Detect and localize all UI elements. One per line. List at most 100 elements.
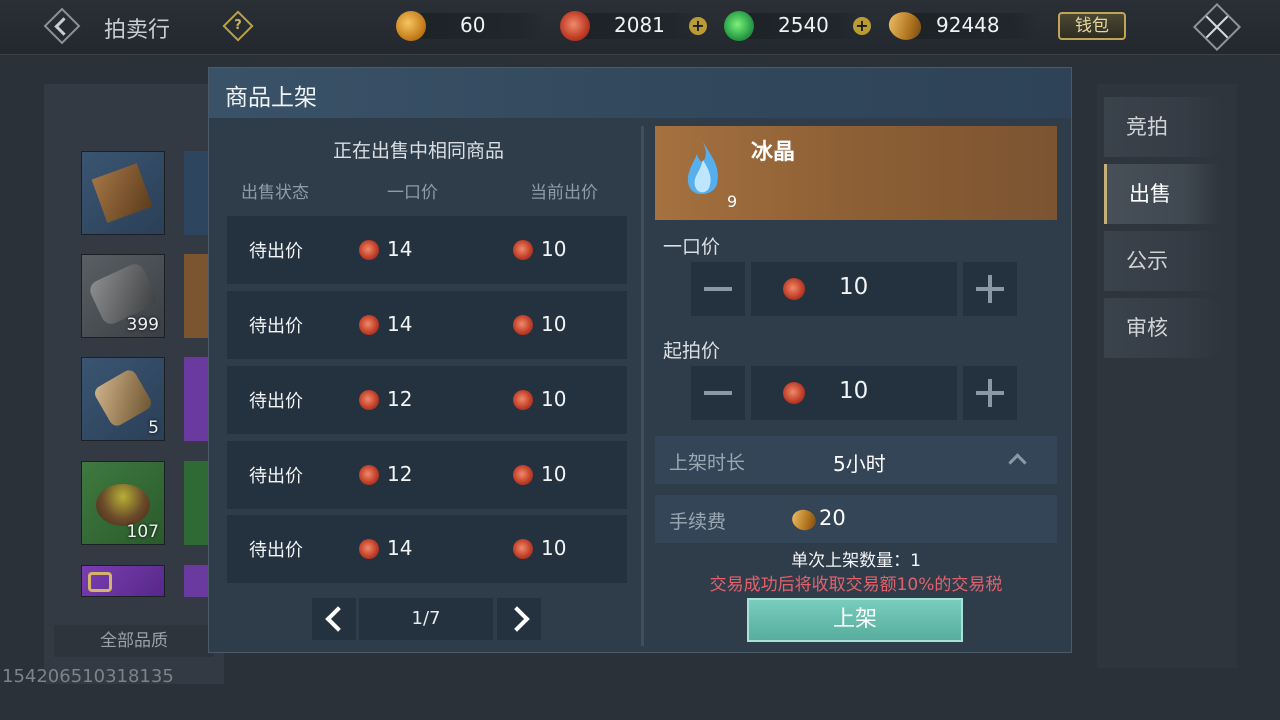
tab-bid[interactable]: 竞拍 bbox=[1104, 97, 1220, 157]
currency-value: 92448 bbox=[936, 13, 1000, 37]
table-row[interactable]: 待出价 12 10 bbox=[227, 366, 627, 434]
red-coin-icon bbox=[359, 390, 379, 410]
start-price-field[interactable]: 10 bbox=[751, 366, 957, 420]
inventory-slot[interactable]: 107 bbox=[81, 461, 165, 545]
buyout-decrease-button[interactable] bbox=[691, 262, 745, 316]
gold-leaf-icon bbox=[788, 504, 820, 536]
jade-coin-icon bbox=[724, 11, 754, 41]
fee-label: 手续费 bbox=[669, 511, 727, 533]
tab-review[interactable]: 审核 bbox=[1104, 298, 1220, 358]
dialog-title: 商品上架 bbox=[225, 85, 317, 111]
item-name: 冰晶 bbox=[751, 140, 796, 165]
current-price: 10 bbox=[541, 237, 567, 261]
wallet-button[interactable]: 钱包 bbox=[1058, 12, 1126, 40]
list-item-button[interactable]: 上架 bbox=[747, 598, 963, 642]
inventory-slot[interactable] bbox=[184, 254, 208, 338]
page-indicator: 1/7 bbox=[359, 598, 493, 640]
user-id: 154206510318135 bbox=[2, 666, 174, 687]
tab-public[interactable]: 公示 bbox=[1104, 231, 1220, 291]
red-coin-icon bbox=[359, 465, 379, 485]
table-row[interactable]: 待出价 14 10 bbox=[227, 291, 627, 359]
currency-red-coin: 2081 bbox=[560, 11, 710, 41]
inventory-slot[interactable] bbox=[184, 357, 208, 441]
tab-sell[interactable]: 出售 bbox=[1104, 164, 1220, 224]
inventory-slot[interactable] bbox=[184, 565, 208, 597]
tax-warning: 交易成功后将收取交易额10%的交易税 bbox=[709, 575, 1003, 595]
close-button[interactable] bbox=[1190, 0, 1244, 54]
inventory-slot[interactable] bbox=[184, 151, 208, 235]
minus-icon bbox=[704, 287, 732, 291]
buyout-price: 12 bbox=[387, 387, 413, 411]
inventory-slot[interactable] bbox=[184, 461, 208, 545]
start-increase-button[interactable] bbox=[963, 366, 1017, 420]
current-price: 10 bbox=[541, 462, 567, 486]
item-count: 9 bbox=[727, 192, 738, 211]
currency-gold-leaf: 92448 bbox=[884, 5, 1050, 47]
buyout-increase-button[interactable] bbox=[963, 262, 1017, 316]
ore-item-icon bbox=[92, 367, 154, 429]
duration-label: 上架时长 bbox=[669, 452, 746, 474]
currency-value: 2540 bbox=[778, 13, 829, 37]
red-coin-icon bbox=[560, 11, 590, 41]
duration-value: 5小时 bbox=[833, 452, 886, 476]
chevron-left-icon bbox=[325, 606, 351, 632]
inventory-slot[interactable]: 5 bbox=[81, 357, 165, 441]
inventory-slot[interactable]: 399 bbox=[81, 254, 165, 338]
buyout-value: 10 bbox=[839, 274, 869, 300]
scroll-item-icon bbox=[91, 163, 153, 223]
red-coin-icon bbox=[359, 315, 379, 335]
column-header-buyout: 一口价 bbox=[387, 183, 438, 203]
table-row[interactable]: 待出价 14 10 bbox=[227, 216, 627, 284]
currency-value: 2081 bbox=[614, 13, 665, 37]
fee-row: 手续费 20 bbox=[655, 495, 1057, 543]
add-red-coin-button[interactable]: + bbox=[689, 17, 707, 35]
red-coin-icon bbox=[359, 240, 379, 260]
buyout-price: 14 bbox=[387, 237, 413, 261]
status: 待出价 bbox=[249, 241, 303, 262]
buyout-price: 14 bbox=[387, 536, 413, 560]
currency-value: 60 bbox=[460, 13, 486, 37]
next-page-button[interactable] bbox=[497, 598, 541, 640]
red-coin-icon bbox=[513, 465, 533, 485]
quality-filter-dropdown[interactable]: 全部品质 bbox=[54, 625, 214, 657]
table-row[interactable]: 待出价 14 10 bbox=[227, 515, 627, 583]
inventory-slot[interactable] bbox=[81, 565, 165, 597]
duration-dropdown[interactable]: 上架时长 5小时 bbox=[655, 436, 1057, 484]
divider bbox=[641, 126, 644, 646]
start-decrease-button[interactable] bbox=[691, 366, 745, 420]
column-header-current: 当前出价 bbox=[530, 183, 598, 203]
current-price: 10 bbox=[541, 536, 567, 560]
add-jade-coin-button[interactable]: + bbox=[853, 17, 871, 35]
buyout-price: 14 bbox=[387, 312, 413, 336]
bowl-item-icon bbox=[96, 484, 150, 526]
gold-ingot-icon bbox=[396, 11, 426, 41]
status: 待出价 bbox=[249, 316, 303, 337]
current-price: 10 bbox=[541, 387, 567, 411]
buyout-price: 12 bbox=[387, 462, 413, 486]
chevron-up-icon bbox=[1008, 453, 1027, 472]
ice-crystal-icon bbox=[681, 140, 725, 204]
table-row[interactable]: 待出价 12 10 bbox=[227, 441, 627, 509]
help-icon: ? bbox=[234, 18, 242, 33]
column-header-status: 出售状态 bbox=[241, 183, 309, 203]
start-value: 10 bbox=[839, 378, 869, 404]
minus-icon bbox=[704, 391, 732, 395]
quantity-note: 单次上架数量：1 bbox=[791, 551, 921, 571]
back-button[interactable] bbox=[42, 6, 84, 48]
red-coin-icon bbox=[513, 315, 533, 335]
status: 待出价 bbox=[249, 540, 303, 561]
red-coin-icon bbox=[513, 240, 533, 260]
item-card: 冰晶 9 bbox=[655, 126, 1057, 220]
buyout-label: 一口价 bbox=[663, 236, 721, 258]
red-coin-icon bbox=[783, 278, 805, 300]
current-price: 10 bbox=[541, 312, 567, 336]
gold-leaf-icon bbox=[884, 5, 926, 47]
currency-jade-coin: 2540 bbox=[724, 11, 874, 41]
buyout-price-field[interactable]: 10 bbox=[751, 262, 957, 316]
listing-title: 正在出售中相同商品 bbox=[333, 140, 505, 162]
listing-dialog: 商品上架 正在出售中相同商品 出售状态 一口价 当前出价 待出价 14 10 待… bbox=[208, 67, 1072, 653]
status: 待出价 bbox=[249, 466, 303, 487]
red-coin-icon bbox=[359, 539, 379, 559]
prev-page-button[interactable] bbox=[312, 598, 356, 640]
inventory-slot[interactable] bbox=[81, 151, 165, 235]
